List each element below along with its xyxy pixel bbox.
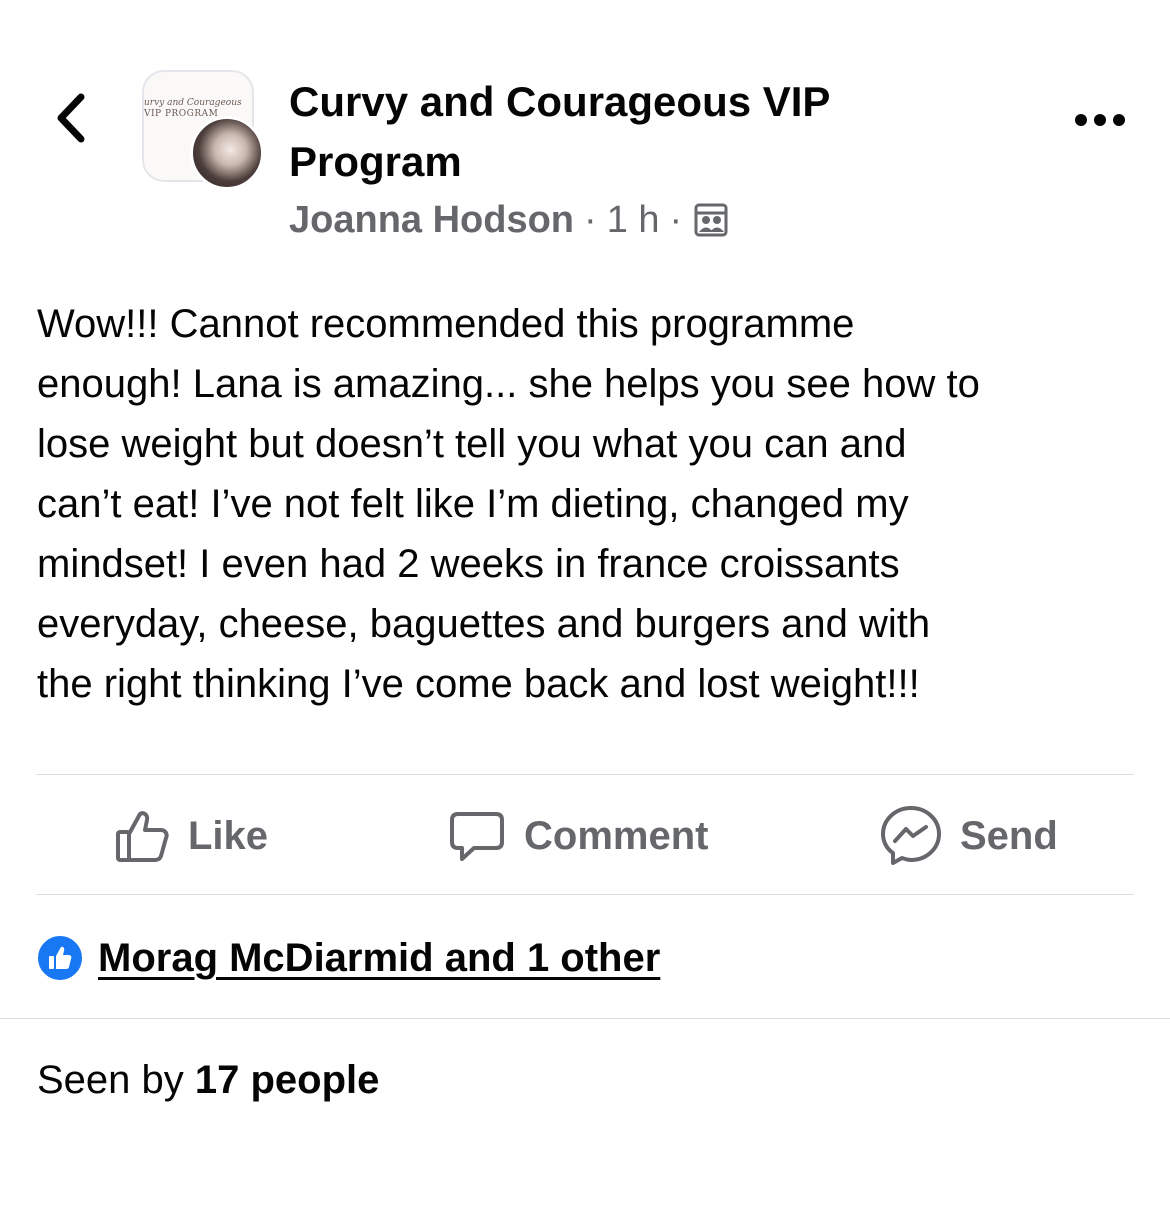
group-name[interactable]: Curvy and Courageous VIP Program bbox=[289, 72, 989, 192]
seen-by[interactable]: Seen by 17 people bbox=[37, 1050, 379, 1110]
back-button[interactable] bbox=[46, 88, 94, 148]
speech-bubble-icon bbox=[450, 812, 504, 861]
thumbs-up-outline-icon bbox=[116, 811, 169, 862]
reactions-text: Morag McDiarmid and 1 other bbox=[98, 935, 661, 980]
meta-separator: · bbox=[669, 198, 683, 241]
divider bbox=[0, 1018, 1170, 1019]
post-text: Wow!!! Cannot recommended this programme… bbox=[37, 302, 980, 706]
reactions-summary[interactable]: Morag McDiarmid and 1 other bbox=[36, 930, 660, 986]
meta-separator: · bbox=[584, 198, 597, 241]
send-label: Send bbox=[960, 813, 1058, 858]
more-horizontal-icon bbox=[1075, 114, 1125, 126]
like-reaction-icon bbox=[36, 934, 84, 982]
author-name[interactable]: Joanna Hodson bbox=[289, 199, 574, 242]
messenger-icon bbox=[881, 806, 941, 865]
comment-button[interactable]: Comment bbox=[448, 800, 708, 872]
seen-by-prefix: Seen by bbox=[37, 1058, 195, 1102]
chevron-left-icon bbox=[57, 93, 85, 143]
author-avatar[interactable] bbox=[190, 116, 264, 190]
comment-label: Comment bbox=[524, 813, 709, 858]
send-button[interactable]: Send bbox=[880, 800, 1058, 872]
like-label: Like bbox=[188, 813, 269, 858]
divider bbox=[36, 894, 1134, 895]
members-group-icon[interactable] bbox=[694, 203, 728, 237]
post-time[interactable]: 1 h bbox=[607, 199, 660, 242]
divider bbox=[36, 774, 1134, 775]
seen-by-count: 17 people bbox=[194, 1058, 380, 1102]
post-meta: Joanna Hodson · 1 h · bbox=[289, 196, 728, 244]
like-button[interactable]: Like bbox=[114, 800, 268, 872]
more-options-button[interactable] bbox=[1068, 100, 1132, 140]
